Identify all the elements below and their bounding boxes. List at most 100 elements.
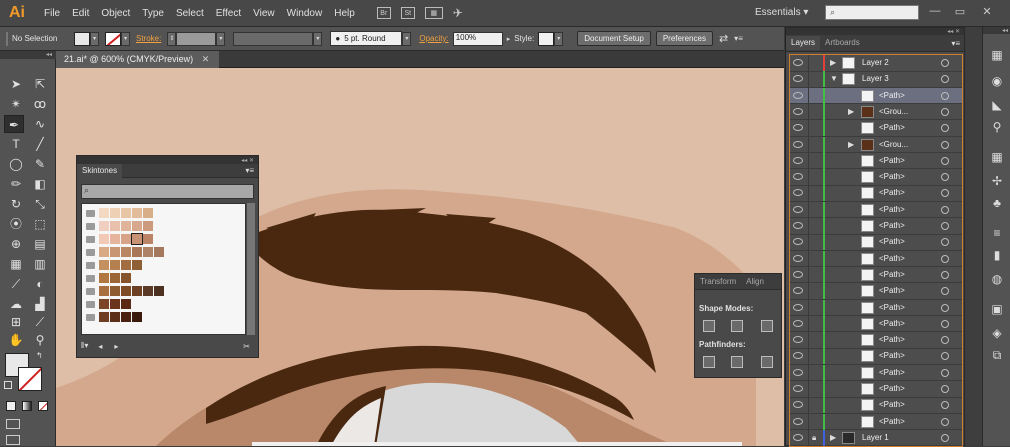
stroke-panel-icon[interactable]: ≡ [989, 225, 1005, 241]
swap-fill-stroke-icon[interactable]: ↰ [36, 351, 43, 360]
layer-item-row[interactable]: <Path> [790, 332, 962, 349]
target-circle-icon[interactable] [941, 124, 949, 133]
visibility-eye-icon[interactable] [793, 303, 803, 311]
color-swatch[interactable] [110, 247, 120, 257]
default-colors-icon[interactable] [4, 381, 12, 389]
color-swatch[interactable] [154, 247, 164, 257]
trim-icon[interactable] [731, 356, 743, 368]
color-swatch[interactable] [99, 221, 109, 231]
target-circle-icon[interactable] [941, 303, 949, 312]
visibility-eye-icon[interactable] [793, 205, 803, 213]
type-tool-icon[interactable]: T [6, 135, 26, 153]
panel-options-icon[interactable]: ▾≡ [245, 166, 254, 175]
color-swatch[interactable] [121, 247, 131, 257]
gradient-tool-icon[interactable]: ▥ [30, 255, 50, 273]
preferences-button[interactable]: Preferences [655, 31, 713, 46]
color-swatch[interactable] [110, 312, 120, 322]
slice-tool-icon[interactable]: ⟋ [30, 313, 50, 331]
target-circle-icon[interactable] [941, 173, 949, 182]
tab-transform[interactable]: Transform [695, 275, 741, 289]
fill-swatch[interactable] [74, 31, 90, 46]
target-circle-icon[interactable] [941, 91, 949, 100]
layer-name[interactable]: <Grou... [879, 107, 908, 116]
opacity-field[interactable]: 100% [452, 31, 503, 46]
menu-select[interactable]: Select [170, 8, 210, 19]
line-tool-icon[interactable]: ╱ [30, 135, 50, 153]
color-guide-icon[interactable]: ◉ [989, 73, 1005, 89]
paintbrush-tool-icon[interactable]: ✎ [30, 155, 50, 173]
color-swatch[interactable] [121, 286, 131, 296]
lock-icon[interactable]: 🔒︎ [812, 433, 816, 443]
dock-expand-icon[interactable]: ◂◂ [983, 27, 1010, 34]
symbol-sprayer-tool-icon[interactable]: ☁ [6, 295, 26, 313]
color-group-folder-icon[interactable] [86, 248, 95, 256]
target-circle-icon[interactable] [941, 433, 949, 442]
hand-tool-icon[interactable]: ✋ [6, 331, 26, 349]
layer-item-row[interactable]: <Path> [790, 283, 962, 300]
swatch-scrollbar[interactable] [247, 203, 255, 335]
arrange-icon[interactable]: ⇄ [719, 32, 728, 45]
color-swatch[interactable] [99, 299, 109, 309]
color-group-folder-icon[interactable] [86, 222, 95, 230]
visibility-eye-icon[interactable] [793, 173, 803, 181]
layer-item-row[interactable]: <Path> [790, 397, 962, 414]
menu-object[interactable]: Object [95, 8, 136, 19]
pencil-tool-icon[interactable]: ✏ [6, 175, 26, 193]
scale-tool-icon[interactable]: ⤡ [30, 195, 50, 213]
layer-item-row[interactable]: ▶ <Grou... [790, 103, 962, 121]
color-swatch[interactable] [143, 221, 153, 231]
tab-layers[interactable]: Layers [786, 36, 821, 50]
color-swatch[interactable] [121, 260, 131, 270]
stroke-weight-stepper[interactable]: ⇕ [167, 31, 177, 46]
color-group-folder-icon[interactable] [86, 209, 95, 217]
appearance-icon[interactable]: ⚲ [989, 119, 1005, 135]
menu-file[interactable]: File [38, 8, 66, 19]
layer-item-row[interactable]: <Path> [790, 348, 962, 365]
visibility-eye-icon[interactable] [793, 417, 803, 425]
target-circle-icon[interactable] [941, 352, 949, 361]
layer-name[interactable]: Layer 2 [862, 58, 889, 67]
visibility-eye-icon[interactable] [793, 156, 803, 164]
color-swatch[interactable] [121, 312, 131, 322]
tools-icon[interactable]: ✂ [243, 342, 250, 351]
panel-options-icon[interactable]: ▾≡ [951, 39, 960, 48]
tab-align[interactable]: Align [741, 275, 769, 289]
swatch-library-menu-icon[interactable]: ⫴▾ [81, 341, 88, 351]
color-swatch[interactable] [99, 260, 109, 270]
expand-triangle-icon[interactable]: ▶ [830, 58, 836, 67]
color-swatch[interactable] [99, 234, 109, 244]
target-circle-icon[interactable] [941, 385, 949, 393]
eyedropper-tool-icon[interactable]: ⟋ [6, 275, 26, 293]
layer-item-row[interactable]: <Path> [790, 201, 962, 219]
layer-item-row[interactable]: ▶ <Grou... [790, 136, 962, 153]
target-circle-icon[interactable] [941, 189, 949, 198]
workspace-switcher[interactable]: Essentials ▾ [755, 7, 808, 18]
target-circle-icon[interactable] [941, 222, 949, 230]
artboard-tool-icon[interactable]: ⊞ [6, 313, 26, 331]
target-circle-icon[interactable] [941, 140, 949, 149]
visibility-eye-icon[interactable] [793, 287, 803, 295]
color-mode-icon[interactable] [6, 401, 16, 411]
target-circle-icon[interactable] [941, 368, 949, 377]
target-circle-icon[interactable] [941, 156, 949, 165]
visibility-eye-icon[interactable] [793, 368, 803, 376]
color-swatch[interactable] [99, 273, 109, 283]
eraser-tool-icon[interactable]: ◧ [30, 175, 50, 193]
color-group-folder-icon[interactable] [86, 235, 95, 243]
color-group-folder-icon[interactable] [86, 287, 95, 295]
layers-panel-icon[interactable]: ◈ [989, 325, 1005, 341]
layer-row[interactable]: ▼ Layer 3 [790, 71, 962, 88]
drawing-mode-icon[interactable] [6, 419, 20, 429]
color-swatch[interactable] [143, 208, 153, 218]
ellipse-tool-icon[interactable]: ◯ [6, 155, 26, 173]
color-swatch[interactable] [131, 233, 143, 245]
visibility-eye-icon[interactable] [793, 270, 803, 278]
visibility-eye-icon[interactable] [793, 75, 803, 83]
color-swatch[interactable] [121, 208, 131, 218]
visibility-eye-icon[interactable] [793, 238, 803, 246]
color-swatch[interactable] [110, 208, 120, 218]
layer-name[interactable]: <Path> [879, 286, 905, 295]
screen-mode-icon[interactable] [6, 435, 20, 445]
stroke-dropdown[interactable]: ▾ [121, 31, 130, 46]
color-swatch[interactable] [132, 286, 142, 296]
